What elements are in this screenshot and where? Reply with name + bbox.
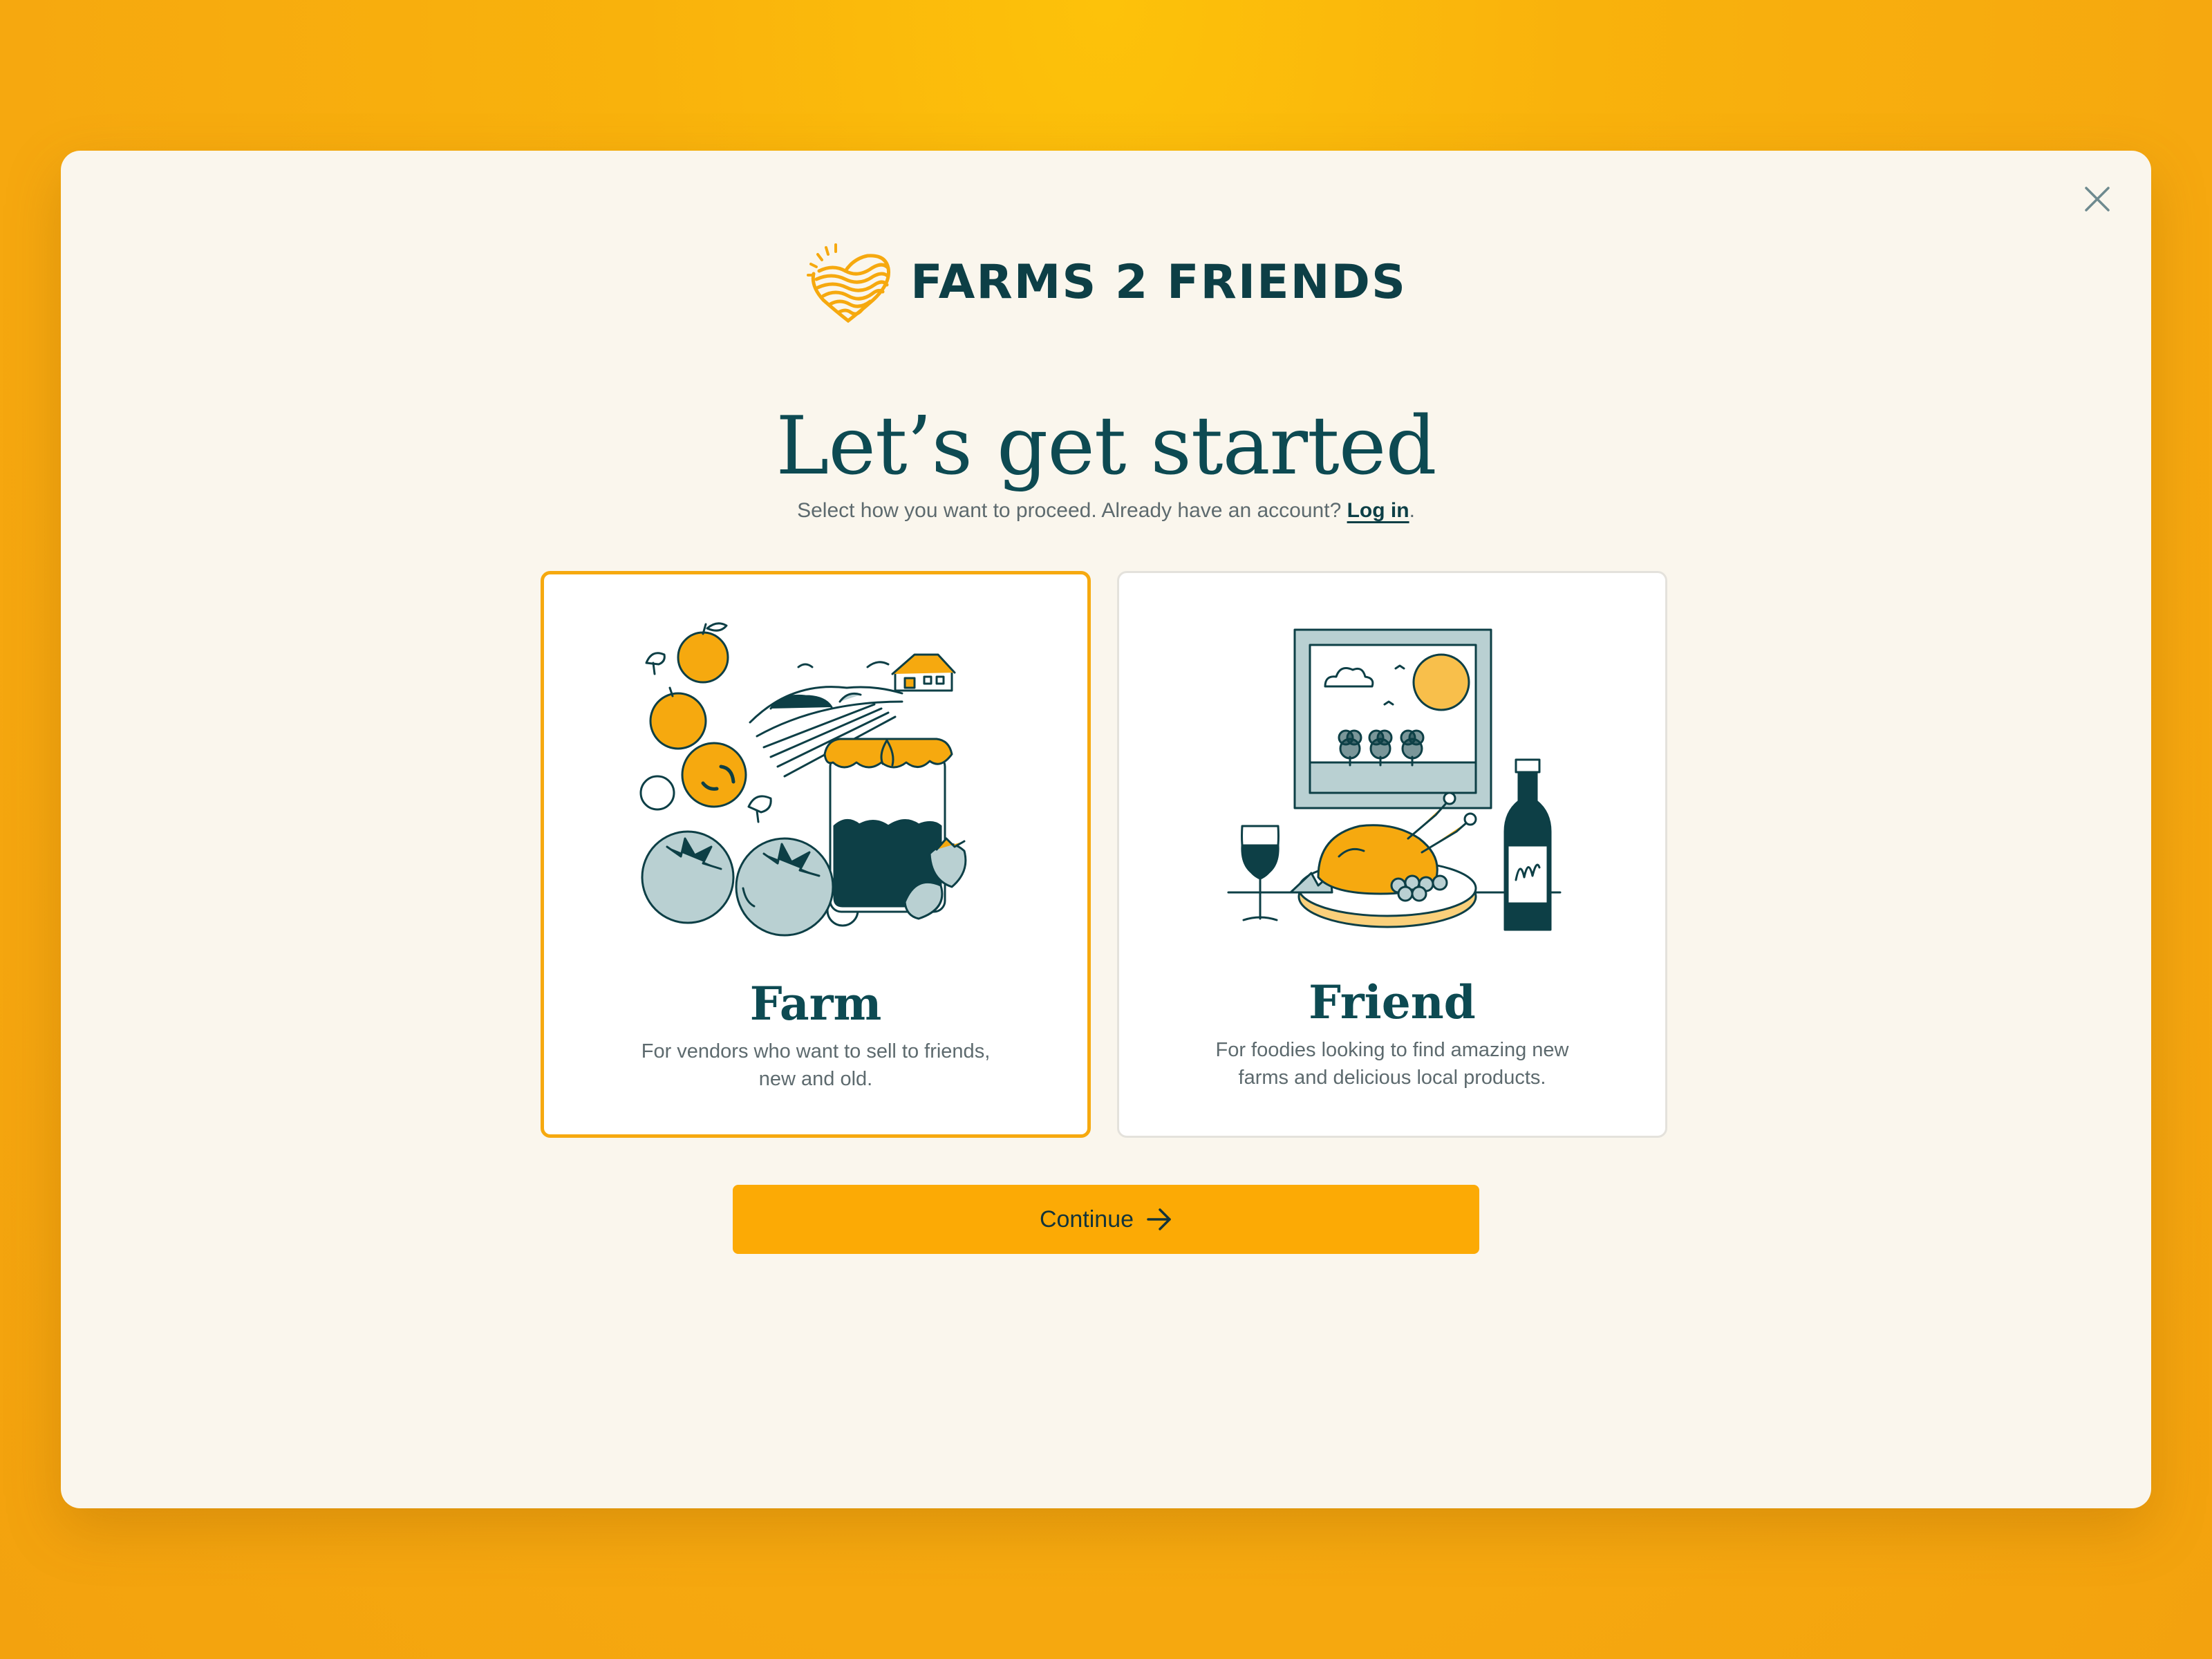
page-title: Let’s get started (776, 400, 1436, 493)
brand-logo: FARMS 2 FRIENDS (61, 234, 2151, 330)
option-card-friend[interactable]: Friend For foodies looking to find amazi… (1117, 571, 1667, 1138)
onboarding-modal: FARMS 2 FRIENDS Let’s get started Select… (61, 151, 2151, 1508)
card-title-friend: Friend (1309, 975, 1476, 1029)
subtitle-suffix: . (1409, 499, 1415, 522)
farm-produce-illustration (639, 622, 967, 937)
dinner-table-illustration (1227, 628, 1562, 931)
close-icon (2085, 187, 2110, 212)
subtitle-text: Select how you want to proceed. Already … (797, 499, 1347, 522)
continue-button-label: Continue (1039, 1206, 1134, 1232)
close-button[interactable] (2077, 178, 2118, 220)
card-description-farm: For vendors who want to sell to friends,… (641, 1040, 991, 1090)
heart-sun-logo-icon (807, 243, 891, 324)
continue-button[interactable]: Continue (733, 1185, 1479, 1254)
card-description-friend: For foodies looking to find amazing new … (1215, 1039, 1569, 1089)
brand-name: FARMS 2 FRIENDS (910, 254, 1407, 310)
card-title-farm: Farm (749, 977, 882, 1031)
arrow-right-icon (1147, 1208, 1171, 1230)
login-link[interactable]: Log in (1347, 499, 1409, 522)
page-subtitle: Select how you want to proceed. Already … (61, 499, 2151, 523)
option-card-farm[interactable]: Farm For vendors who want to sell to fri… (541, 571, 1091, 1138)
